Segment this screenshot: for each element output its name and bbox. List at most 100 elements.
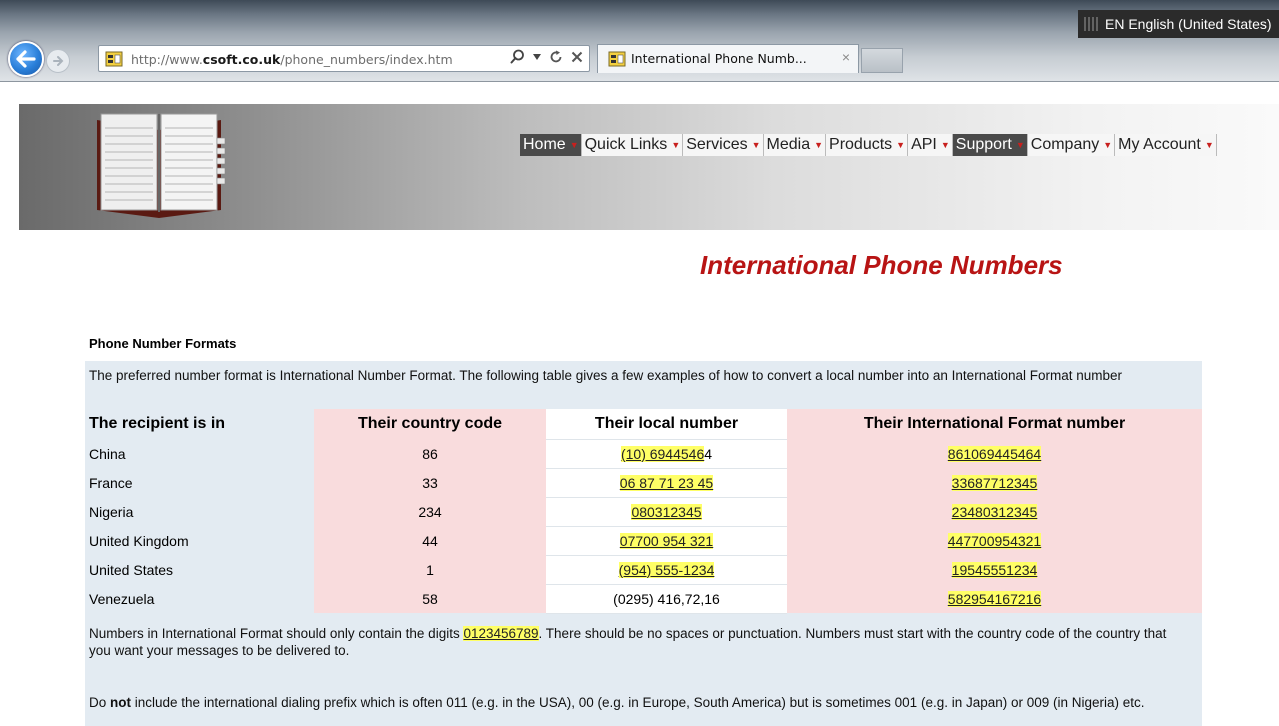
tab-favicon-icon	[608, 51, 626, 67]
table-row: United Kingdom 44 07700 954 321 44770095…	[85, 526, 1202, 556]
dropdown-arrow-icon: ▼	[1015, 140, 1025, 150]
nav-label: Quick Links	[584, 136, 668, 153]
dropdown-arrow-icon: ▼	[569, 140, 579, 150]
grip-icon	[1084, 17, 1098, 31]
country-cell: Nigeria	[85, 497, 314, 526]
country-cell: United States	[85, 555, 314, 584]
dropdown-arrow-icon: ▼	[1103, 140, 1113, 150]
table-header-row: The recipient is in Their country code T…	[85, 409, 1202, 440]
forward-button[interactable]	[46, 49, 70, 73]
country-cell: Venezuela	[85, 584, 314, 613]
intl-number-cell: 861069445464	[787, 439, 1202, 468]
nav-company[interactable]: Company ▼	[1027, 134, 1116, 156]
url-text[interactable]: http://www.csoft.co.uk/phone_numbers/ind…	[131, 52, 503, 67]
dropdown-arrow-icon: ▼	[751, 140, 761, 150]
notebook-logo-icon[interactable]	[89, 108, 229, 220]
back-button[interactable]	[8, 41, 44, 77]
intl-number-link[interactable]: 582954167216	[947, 590, 1042, 607]
section-title: Phone Number Formats	[89, 336, 237, 351]
url-domain: csoft.co.uk	[202, 52, 281, 67]
chevron-down-icon[interactable]	[533, 53, 541, 60]
local-number-cell: (0295) 416,72,16	[546, 584, 787, 614]
page-favicon-icon	[105, 51, 123, 67]
intl-number-cell: 23480312345	[787, 497, 1202, 526]
formats-panel: The preferred number format is Internati…	[85, 361, 1202, 726]
intl-number-cell: 447700954321	[787, 526, 1202, 555]
local-number-link[interactable]: 07700 954 321	[619, 532, 714, 549]
main-nav: Home ▼ Quick Links ▼ Services ▼ Media ▼ Prod…	[520, 134, 1217, 156]
local-number-rest: (0295) 416,72,16	[613, 590, 720, 607]
local-number-cell: 07700 954 321	[546, 526, 787, 556]
nav-label: Support	[955, 136, 1012, 153]
url-scheme: http://www.	[131, 52, 203, 67]
browser-chrome: EN English (United States) http://www.cs…	[0, 0, 1279, 82]
country-cell: United Kingdom	[85, 526, 314, 555]
local-number-link[interactable]: (10) 6944546	[620, 445, 705, 462]
intl-number-link[interactable]: 19545551234	[951, 561, 1038, 578]
local-number-rest: 4	[704, 445, 713, 462]
country-cell: China	[85, 439, 314, 468]
intl-number-link[interactable]: 447700954321	[947, 532, 1042, 549]
nav-label: API	[911, 136, 937, 153]
prefix-rule-text: Do not include the international dialing…	[89, 694, 1179, 711]
table-row: Nigeria 234 080312345 23480312345	[85, 497, 1202, 527]
intl-number-link[interactable]: 33687712345	[951, 474, 1038, 491]
country-code-cell: 234	[314, 497, 546, 526]
address-tools	[510, 49, 583, 64]
address-bar[interactable]: http://www.csoft.co.uk/phone_numbers/ind…	[98, 45, 590, 72]
dropdown-arrow-icon: ▼	[1204, 140, 1214, 150]
local-number-link[interactable]: 06 87 71 23 45	[619, 474, 714, 491]
intl-number-cell: 582954167216	[787, 584, 1202, 613]
page-title: International Phone Numbers	[700, 250, 1063, 280]
nav-label: Home	[523, 136, 566, 153]
url-path: /phone_numbers/index.htm	[280, 52, 453, 67]
nav-products[interactable]: Products ▼	[826, 134, 909, 156]
nav-services[interactable]: Services ▼	[683, 134, 764, 156]
local-number-cell: (10) 69445464	[546, 439, 787, 469]
tab-close-button[interactable]: ×	[842, 49, 850, 65]
country-code-cell: 33	[314, 468, 546, 497]
prefix-rule-part: include the international dialing prefix…	[131, 695, 1145, 710]
country-code-cell: 1	[314, 555, 546, 584]
search-icon[interactable]	[510, 49, 525, 64]
intl-number-cell: 19545551234	[787, 555, 1202, 584]
language-indicator: EN English (United States)	[1105, 16, 1272, 32]
language-bar[interactable]: EN English (United States)	[1078, 10, 1279, 38]
nav-quick-links[interactable]: Quick Links ▼	[581, 134, 684, 156]
nav-my-account[interactable]: My Account ▼	[1115, 134, 1217, 156]
table-row: Venezuela 58 (0295) 416,72,16 5829541672…	[85, 584, 1202, 614]
arrow-left-icon	[16, 50, 36, 68]
nav-home[interactable]: Home ▼	[520, 134, 582, 156]
new-tab-button[interactable]	[861, 48, 903, 73]
table-row: France 33 06 87 71 23 45 33687712345	[85, 468, 1202, 498]
country-code-cell: 44	[314, 526, 546, 555]
arrow-right-icon	[53, 56, 64, 66]
local-number-link[interactable]: (954) 555-1234	[618, 561, 715, 578]
dropdown-arrow-icon: ▼	[896, 140, 906, 150]
tab-current[interactable]: International Phone Numb... ×	[597, 44, 859, 73]
local-number-cell: (954) 555-1234	[546, 555, 787, 585]
nav-label: Company	[1030, 136, 1100, 153]
column-header: Their International Format number	[787, 409, 1202, 439]
refresh-icon[interactable]	[549, 50, 563, 64]
prefix-rule-part: Do	[89, 695, 111, 710]
table-row: United States 1 (954) 555-1234 195455512…	[85, 555, 1202, 585]
nav-api[interactable]: API ▼	[908, 134, 953, 156]
nav-label: Media	[766, 136, 811, 153]
local-number-link[interactable]: 080312345	[631, 503, 702, 520]
intl-number-link[interactable]: 23480312345	[951, 503, 1038, 520]
stop-icon[interactable]	[571, 51, 583, 63]
dropdown-arrow-icon: ▼	[671, 140, 681, 150]
tab-title: International Phone Numb...	[631, 51, 807, 66]
prefix-rule-emphasis: not	[110, 695, 132, 710]
digits-link[interactable]: 0123456789	[463, 626, 539, 641]
local-number-cell: 080312345	[546, 497, 787, 527]
phone-format-table: The recipient is in Their country code T…	[85, 409, 1202, 614]
country-code-cell: 86	[314, 439, 546, 468]
intl-number-link[interactable]: 861069445464	[947, 445, 1042, 462]
dropdown-arrow-icon: ▼	[940, 140, 950, 150]
nav-media[interactable]: Media ▼	[763, 134, 827, 156]
site-header: Home ▼ Quick Links ▼ Services ▼ Media ▼ Prod…	[19, 104, 1279, 230]
nav-support[interactable]: Support ▼	[952, 134, 1028, 156]
local-number-cell: 06 87 71 23 45	[546, 468, 787, 498]
